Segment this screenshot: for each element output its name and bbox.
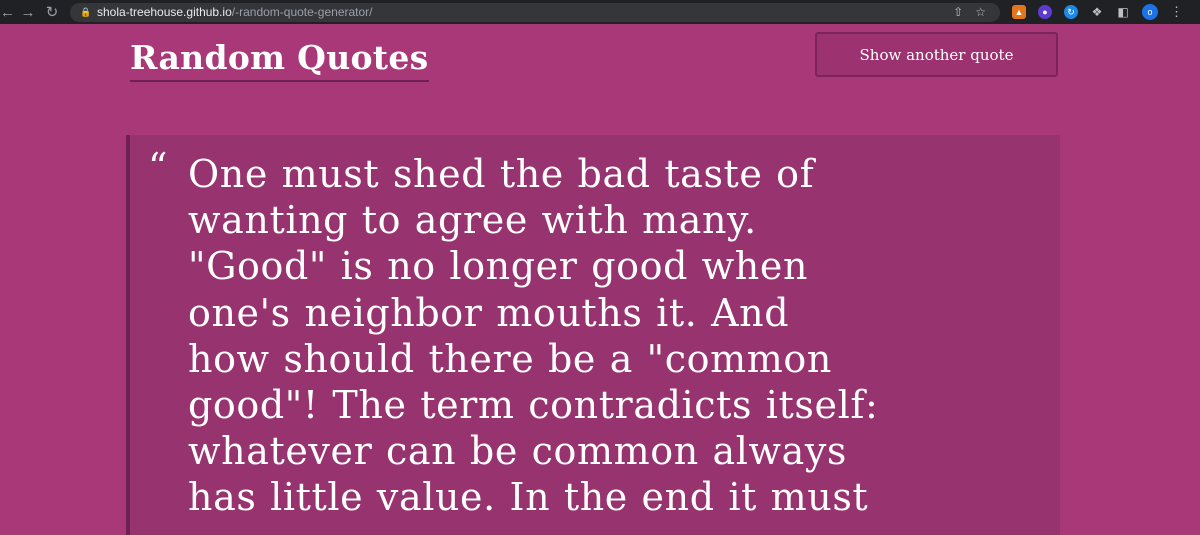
quote-line: how should there be a "common xyxy=(188,336,832,381)
quote-line: whatever can be common always xyxy=(188,429,848,474)
quote-line: has little value. In the end it must xyxy=(188,475,869,520)
page-content: Random Quotes Show another quote “ One m… xyxy=(0,24,1200,535)
quote-mark-icon: “ xyxy=(148,145,168,189)
reload-icon[interactable]: ↻ xyxy=(40,0,64,24)
profile-avatar[interactable]: o xyxy=(1142,4,1158,20)
url-path: /-random-quote-generator/ xyxy=(231,5,373,19)
extensions-puzzle-icon[interactable]: ❖ xyxy=(1090,5,1104,19)
quote-text: One must shed the bad taste of wanting t… xyxy=(188,151,1048,521)
lock-icon: 🔒 xyxy=(80,6,92,17)
side-panel-icon[interactable]: ◧ xyxy=(1116,5,1130,19)
forward-icon[interactable]: → xyxy=(16,0,40,24)
extension-sync-icon[interactable]: ↻ xyxy=(1064,5,1078,19)
extension-eye-icon[interactable]: ● xyxy=(1038,5,1052,19)
site-title: Random Quotes xyxy=(130,38,429,82)
share-icon[interactable]: ⇧ xyxy=(953,5,963,19)
quote-line: good"! The term contradicts itself: xyxy=(188,383,879,428)
browser-toolbar: ← → ↻ 🔒 shola-treehouse.github.io/-rando… xyxy=(0,0,1200,24)
quote-line: One must shed the bad taste of xyxy=(188,152,815,196)
quote-line: "Good" is no longer good when xyxy=(188,244,809,289)
quote-box: “ One must shed the bad taste of wanting… xyxy=(126,135,1060,535)
show-another-quote-button[interactable]: Show another quote xyxy=(815,32,1058,77)
bookmark-star-icon[interactable]: ☆ xyxy=(975,5,986,19)
back-icon[interactable]: ← xyxy=(0,0,16,24)
quote-line: wanting to agree with many. xyxy=(188,198,757,243)
quote-line: one's neighbor mouths it. And xyxy=(188,290,790,335)
menu-kebab-icon[interactable]: ⋮ xyxy=(1170,4,1183,20)
address-bar[interactable]: 🔒 shola-treehouse.github.io/-random-quot… xyxy=(70,2,1000,22)
url-host: shola-treehouse.github.io xyxy=(97,5,232,19)
metamask-extension-icon[interactable]: ▲ xyxy=(1012,5,1026,19)
